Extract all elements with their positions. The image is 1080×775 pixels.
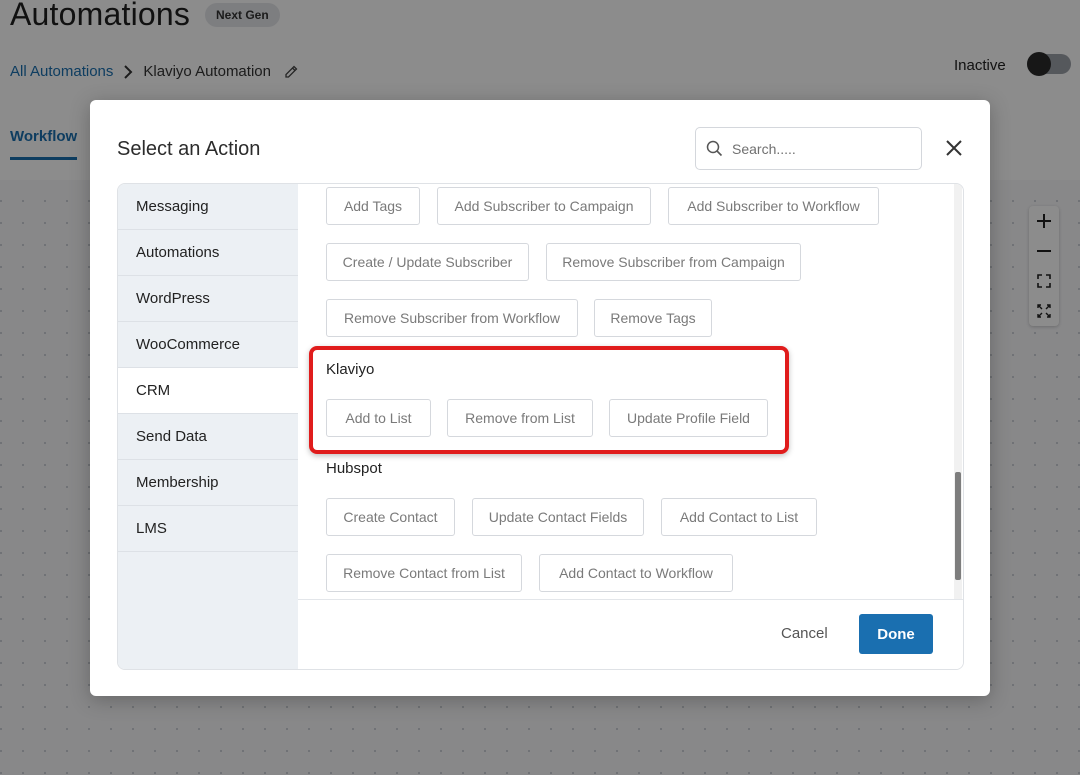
search-input[interactable] <box>730 139 914 158</box>
action-add-subscriber-to-workflow[interactable]: Add Subscriber to Workflow <box>668 187 879 225</box>
category-woocommerce[interactable]: WooCommerce <box>118 322 298 368</box>
category-automations[interactable]: Automations <box>118 230 298 276</box>
modal-footer: Cancel Done <box>298 599 963 669</box>
done-button[interactable]: Done <box>859 614 933 654</box>
action-remove-subscriber-from-campaign[interactable]: Remove Subscriber from Campaign <box>546 243 801 281</box>
category-messaging[interactable]: Messaging <box>118 184 298 230</box>
action-remove-tags[interactable]: Remove Tags <box>594 299 712 337</box>
category-crm[interactable]: CRM <box>118 368 298 414</box>
category-send-data[interactable]: Send Data <box>118 414 298 460</box>
action-hubspot-remove-contact-from-list[interactable]: Remove Contact from List <box>326 554 522 592</box>
search-box <box>695 127 922 170</box>
category-lms[interactable]: LMS <box>118 506 298 552</box>
cancel-button[interactable]: Cancel <box>781 625 828 642</box>
modal-title: Select an Action <box>117 138 261 160</box>
action-hubspot-update-contact-fields[interactable]: Update Contact Fields <box>472 498 644 536</box>
action-hubspot-create-contact[interactable]: Create Contact <box>326 498 455 536</box>
category-wordpress[interactable]: WordPress <box>118 276 298 322</box>
action-hubspot-add-contact-to-workflow[interactable]: Add Contact to Workflow <box>539 554 733 592</box>
action-add-tags[interactable]: Add Tags <box>326 187 420 225</box>
scrollbar-thumb[interactable] <box>955 472 961 580</box>
action-create-update-subscriber[interactable]: Create / Update Subscriber <box>326 243 529 281</box>
action-add-subscriber-to-campaign[interactable]: Add Subscriber to Campaign <box>437 187 651 225</box>
action-hubspot-add-contact-to-list[interactable]: Add Contact to List <box>661 498 817 536</box>
category-membership[interactable]: Membership <box>118 460 298 506</box>
klaviyo-highlight-box <box>309 346 789 454</box>
group-label-hubspot: Hubspot <box>326 460 382 477</box>
close-icon[interactable] <box>944 138 964 158</box>
action-remove-subscriber-from-workflow[interactable]: Remove Subscriber from Workflow <box>326 299 578 337</box>
category-sidebar: Messaging Automations WordPress WooComme… <box>118 184 298 669</box>
search-icon <box>706 140 723 157</box>
